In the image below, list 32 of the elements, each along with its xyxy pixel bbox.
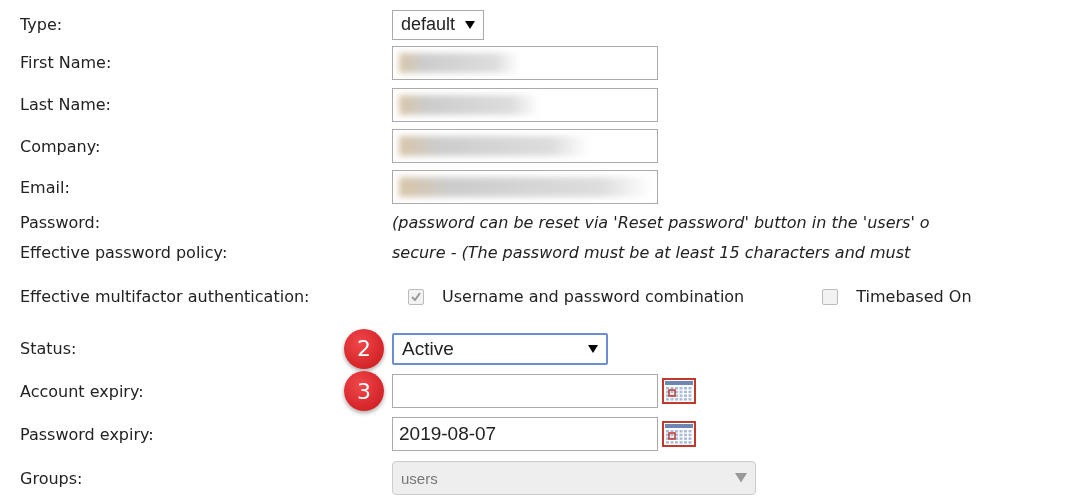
note-text: (password can be reset via 'Reset password' button in the 'users' o	[392, 212, 930, 232]
type-select[interactable]: default	[392, 9, 485, 40]
field-label: Status:	[20, 339, 77, 359]
field-label: Email:	[20, 177, 70, 197]
field-label: Last Name:	[20, 95, 111, 115]
checkbox-label: Username and password combination	[442, 287, 745, 307]
step-badge: 2	[344, 328, 384, 369]
field-label: Password expiry:	[20, 424, 154, 444]
field-label: Company:	[20, 136, 101, 156]
field-label: Effective multifactor authentication:	[20, 287, 310, 307]
text-field[interactable]	[392, 170, 658, 205]
field-label: Groups:	[20, 468, 83, 488]
caret-icon	[588, 344, 598, 353]
note-text: secure - (The password must be at least 15 characters and must	[392, 242, 911, 262]
caret-icon	[735, 473, 747, 483]
field-label: Type:	[20, 15, 63, 35]
checkbox-label: Timebased On	[856, 287, 972, 307]
date-field[interactable]: 2019-08-07	[392, 417, 658, 452]
calendar-icon[interactable]	[662, 378, 696, 405]
text-field[interactable]	[392, 45, 658, 80]
field-label: First Name:	[20, 53, 112, 73]
text-field[interactable]	[392, 129, 658, 164]
caret-icon	[465, 20, 476, 29]
step-badge: 3	[344, 371, 384, 412]
field-label: Password:	[20, 212, 101, 232]
calendar-icon[interactable]	[662, 421, 696, 448]
field-label: Effective password policy:	[20, 242, 228, 262]
status-select[interactable]: Active	[392, 332, 608, 365]
field-label: Account expiry:	[20, 381, 144, 401]
checkmark-icon	[411, 292, 421, 302]
date-field[interactable]	[392, 374, 658, 409]
text-field[interactable]	[392, 87, 658, 122]
